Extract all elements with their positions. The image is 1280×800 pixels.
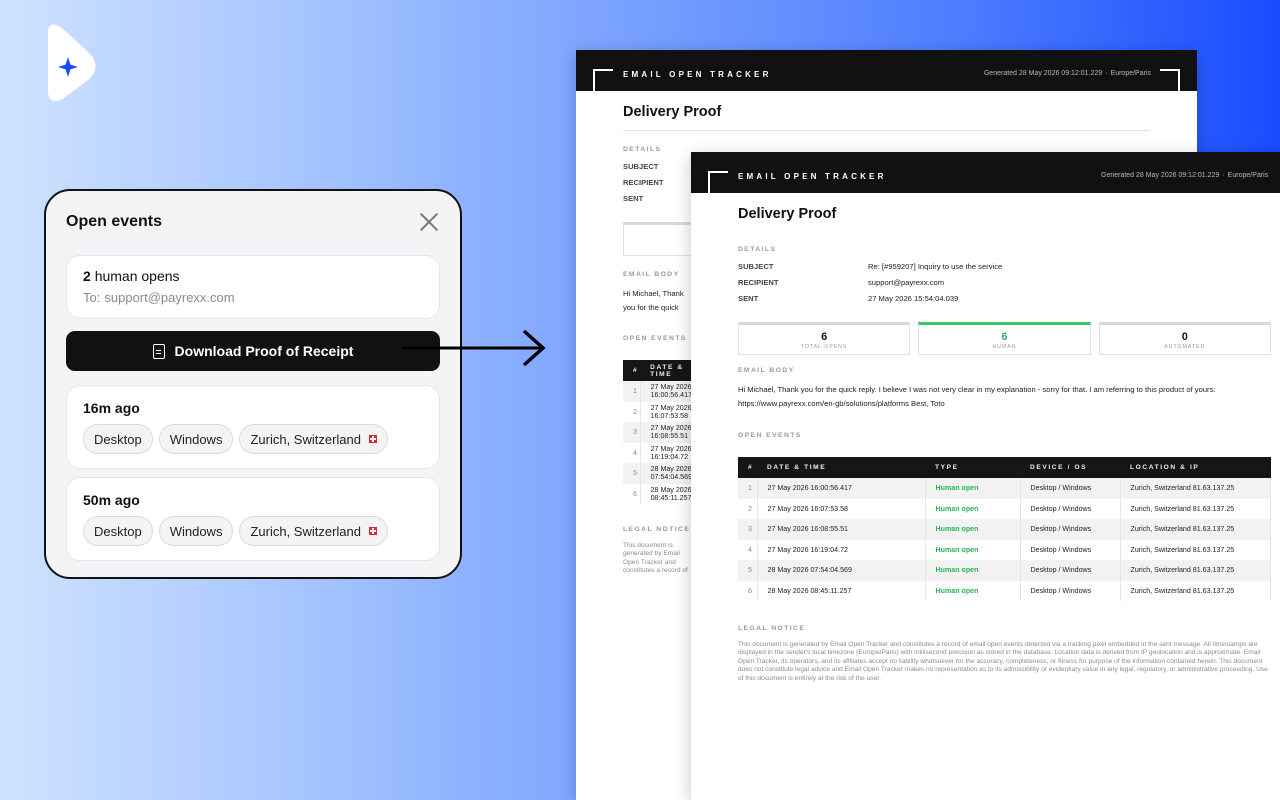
event-card[interactable]: 16m ago Desktop Windows Zurich, Switzerl… xyxy=(66,385,440,469)
arrow-icon xyxy=(402,326,548,370)
report-title: Delivery Proof xyxy=(738,206,837,222)
stat-automated: 0 AUTOMATED xyxy=(1098,322,1271,355)
report-title: Delivery Proof xyxy=(623,104,1150,131)
table-row: 1 27 May 2026 16:00:56.417 Human open Deskt… xyxy=(738,478,1271,499)
stat-total-opens: 6 TOTAL OPENS xyxy=(738,322,911,355)
location-label: Zurich, Switzerland xyxy=(250,431,361,447)
email-body-text: Hi Michael, Thank you for the quick repl… xyxy=(738,385,1216,408)
location-chip: Zurich, Switzerland xyxy=(239,516,388,546)
report-header: EMAIL OPEN TRACKER Generated 28 May 2026… xyxy=(691,152,1280,193)
report-brand: EMAIL OPEN TRACKER xyxy=(623,70,772,79)
event-card[interactable]: 50m ago Desktop Windows Zurich, Switzerl… xyxy=(66,477,440,561)
close-icon[interactable] xyxy=(418,211,440,233)
open-events-panel: Open events 2 human opens To: support@pa… xyxy=(44,189,462,579)
open-events-heading: OPEN EVENTS xyxy=(738,432,802,439)
device-chip: Desktop xyxy=(83,424,153,454)
details-heading: DETAILS xyxy=(738,246,777,253)
download-proof-label: Download Proof of Receipt xyxy=(174,343,354,359)
events-table-back: # DATE & TIME 1 27 May 2026 16:00:56.417 2… xyxy=(623,360,694,504)
swiss-flag-icon xyxy=(369,435,377,443)
opens-count: 2 xyxy=(83,268,91,284)
detail-recipient: RECIPIENT support@payrexx.com xyxy=(738,278,945,287)
table-header-row: # DATE & TIME TYPE DEVICE / OS LOCATION … xyxy=(738,457,1271,478)
report-generated: Generated 28 May 2026 09:12:01.229 · Europ… xyxy=(983,70,1151,77)
detail-sent: SENT 27 May 2026 15:54:04.039 xyxy=(738,294,959,303)
document-icon xyxy=(152,343,165,359)
email-body-heading: EMAIL BODY xyxy=(738,367,795,374)
device-chip: Desktop xyxy=(83,516,153,546)
delivery-proof-document: EMAIL OPEN TRACKER Generated 28 May 2026… xyxy=(691,152,1280,800)
location-chip: Zurich, Switzerland xyxy=(239,424,388,454)
table-row: 4 27 May 2026 16:19:04.72 Human open Deskto… xyxy=(738,539,1271,560)
table-row: 2 27 May 2026 16:07:53.58 Human open Deskto… xyxy=(738,498,1271,519)
opens-summary-card: 2 human opens To: support@payrexx.com xyxy=(66,255,440,319)
event-time: 50m ago xyxy=(83,492,140,508)
download-proof-button[interactable]: Download Proof of Receipt xyxy=(66,331,440,371)
event-time: 16m ago xyxy=(83,400,140,416)
stats-row: 6 TOTAL OPENS 6 HUMAN 0 AUTOMATED xyxy=(738,322,1271,355)
table-row: 3 27 May 2026 16:08:55.51 Human open Deskto… xyxy=(738,519,1271,540)
legal-notice-text: This document is generated by Email Open… xyxy=(738,641,1268,682)
report-header: EMAIL OPEN TRACKER Generated 28 May 2026… xyxy=(576,50,1197,91)
app-logo xyxy=(44,24,96,102)
os-chip: Windows xyxy=(158,424,234,454)
opens-label: human opens xyxy=(94,268,180,284)
report-brand: EMAIL OPEN TRACKER xyxy=(738,172,887,181)
os-chip: Windows xyxy=(158,516,234,546)
table-row: 5 28 May 2026 07:54:04.569 Human open Deskt… xyxy=(738,560,1271,581)
stat-human: 6 HUMAN xyxy=(918,322,1091,355)
detail-subject: SUBJECT Re: [#959207] Inquiry to use the … xyxy=(738,262,1003,271)
table-row: 6 28 May 2026 08:45:11.257 Human open Deskt… xyxy=(738,580,1271,601)
location-label: Zurich, Switzerland xyxy=(250,523,361,539)
legal-notice-heading: LEGAL NOTICE xyxy=(738,625,806,632)
panel-title: Open events xyxy=(66,213,163,230)
recipient-email: support@payrexx.com xyxy=(104,290,235,305)
report-generated: Generated 28 May 2026 09:12:01.229 · Europ… xyxy=(1101,172,1269,179)
open-events-table: # DATE & TIME TYPE DEVICE / OS LOCATION … xyxy=(738,457,1271,601)
to-label: To: xyxy=(83,290,101,305)
swiss-flag-icon xyxy=(369,527,377,535)
